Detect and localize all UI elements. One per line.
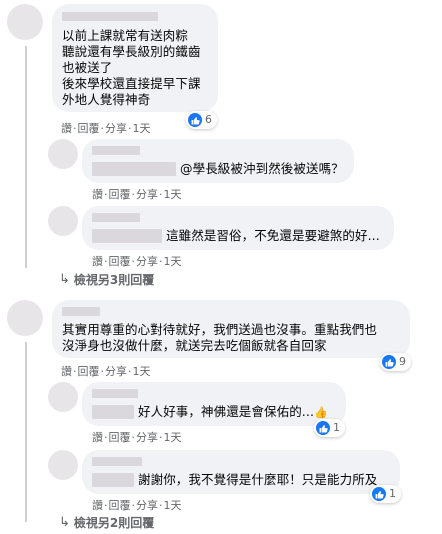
reply-button[interactable]: 回覆 bbox=[78, 365, 100, 378]
comment-text: 聽說還有學長級別的鐵齒 bbox=[62, 44, 201, 59]
avatar[interactable] bbox=[48, 139, 78, 169]
reply-text-content: 好人好事，神佛還是會保佑的... bbox=[138, 404, 315, 419]
view-more-label: 檢視另2則回覆 bbox=[73, 516, 155, 530]
like-button[interactable]: 讚 bbox=[92, 188, 103, 201]
timestamp[interactable]: 1天 bbox=[164, 499, 182, 512]
thread-line bbox=[25, 46, 27, 268]
view-more-replies[interactable]: ↳ 檢視另3則回覆 bbox=[59, 271, 154, 288]
comment-text: 後來學校還直接提早下課 bbox=[62, 76, 201, 91]
mentioned-user[interactable] bbox=[92, 405, 134, 419]
commenter-name[interactable] bbox=[92, 146, 140, 155]
like-button[interactable]: 讚 bbox=[92, 431, 103, 444]
comment-text: 外地人覺得神奇 bbox=[62, 92, 151, 107]
avatar[interactable] bbox=[7, 4, 43, 40]
share-button[interactable]: 分享 bbox=[136, 431, 158, 444]
comment-text: 其實用尊重的心對待就好，我們送過也沒事。重點我們也 bbox=[62, 322, 378, 337]
avatar[interactable] bbox=[48, 382, 78, 412]
commenter-name[interactable] bbox=[92, 213, 140, 222]
share-button[interactable]: 分享 bbox=[136, 188, 158, 201]
reply-button[interactable]: 回覆 bbox=[109, 499, 131, 512]
like-thumb-icon bbox=[372, 487, 386, 501]
mentioned-user[interactable] bbox=[92, 229, 162, 243]
view-more-replies[interactable]: ↳ 檢視另2則回覆 bbox=[59, 514, 154, 531]
reply-actions: 讚·回覆·分享·1天 bbox=[92, 255, 182, 268]
reaction-number: 1 bbox=[333, 421, 340, 434]
like-button[interactable]: 讚 bbox=[61, 365, 72, 378]
avatar[interactable] bbox=[48, 450, 78, 480]
avatar[interactable] bbox=[48, 206, 78, 236]
thumbs-up-emoji-icon: 👍 bbox=[314, 406, 328, 419]
reaction-count[interactable]: 9 bbox=[380, 353, 411, 371]
reaction-count[interactable]: 6 bbox=[186, 111, 217, 129]
comment-text: 以前上課就常有送肉粽 bbox=[62, 28, 189, 43]
share-button[interactable]: 分享 bbox=[136, 499, 158, 512]
reaction-number: 9 bbox=[399, 355, 406, 368]
like-thumb-icon bbox=[382, 355, 396, 369]
like-thumb-icon bbox=[316, 421, 330, 435]
reply-actions: 讚·回覆·分享·1天 bbox=[92, 431, 182, 444]
timestamp[interactable]: 1天 bbox=[164, 431, 182, 444]
like-button[interactable]: 讚 bbox=[92, 255, 103, 268]
like-button[interactable]: 讚 bbox=[61, 122, 72, 135]
share-button[interactable]: 分享 bbox=[136, 255, 158, 268]
reply-text: @學長級被沖到然後被送嗎？ bbox=[180, 161, 344, 176]
reply-arrow-icon: ↳ bbox=[59, 515, 70, 530]
comment-text: 也被送了 bbox=[62, 60, 113, 75]
commenter-name[interactable] bbox=[92, 389, 138, 398]
timestamp[interactable]: 1天 bbox=[133, 122, 151, 135]
comment-text: 沒淨身也沒做什麼，就送完去吃個飯就各自回家 bbox=[62, 338, 327, 353]
reaction-number: 6 bbox=[205, 113, 212, 126]
timestamp[interactable]: 1天 bbox=[164, 188, 182, 201]
like-button[interactable]: 讚 bbox=[92, 499, 103, 512]
like-thumb-icon bbox=[188, 113, 202, 127]
reply-text: 這雖然是習俗，不免還是要避煞的好... bbox=[166, 228, 380, 243]
share-button[interactable]: 分享 bbox=[105, 122, 127, 135]
reply-actions: 讚·回覆·分享·1天 bbox=[92, 499, 182, 512]
comment-actions: 讚·回覆·分享·1天 bbox=[61, 122, 151, 135]
mentioned-user[interactable] bbox=[92, 473, 134, 487]
reply-button[interactable]: 回覆 bbox=[109, 255, 131, 268]
share-button[interactable]: 分享 bbox=[105, 365, 127, 378]
reaction-count[interactable]: 1 bbox=[314, 419, 345, 437]
commenter-name[interactable] bbox=[62, 307, 100, 316]
avatar[interactable] bbox=[7, 300, 43, 336]
thread-line bbox=[25, 342, 27, 522]
reply-button[interactable]: 回覆 bbox=[109, 188, 131, 201]
reply-arrow-icon: ↳ bbox=[59, 272, 70, 287]
reply-text: 謝謝你，我不覺得是什麼耶！只是能力所及 bbox=[138, 472, 378, 487]
reaction-count[interactable]: 1 bbox=[370, 485, 401, 503]
view-more-label: 檢視另3則回覆 bbox=[73, 273, 155, 287]
reply-button[interactable]: 回覆 bbox=[109, 431, 131, 444]
timestamp[interactable]: 1天 bbox=[164, 255, 182, 268]
timestamp[interactable]: 1天 bbox=[133, 365, 151, 378]
mentioned-user[interactable] bbox=[92, 162, 176, 176]
comment-actions: 讚·回覆·分享·1天 bbox=[61, 365, 151, 378]
reply-text: 好人好事，神佛還是會保佑的...👍 bbox=[138, 404, 328, 421]
reply-button[interactable]: 回覆 bbox=[78, 122, 100, 135]
reaction-number: 1 bbox=[389, 487, 396, 500]
commenter-name[interactable] bbox=[62, 12, 158, 21]
reply-actions: 讚·回覆·分享·1天 bbox=[92, 188, 182, 201]
commenter-name[interactable] bbox=[92, 457, 142, 466]
